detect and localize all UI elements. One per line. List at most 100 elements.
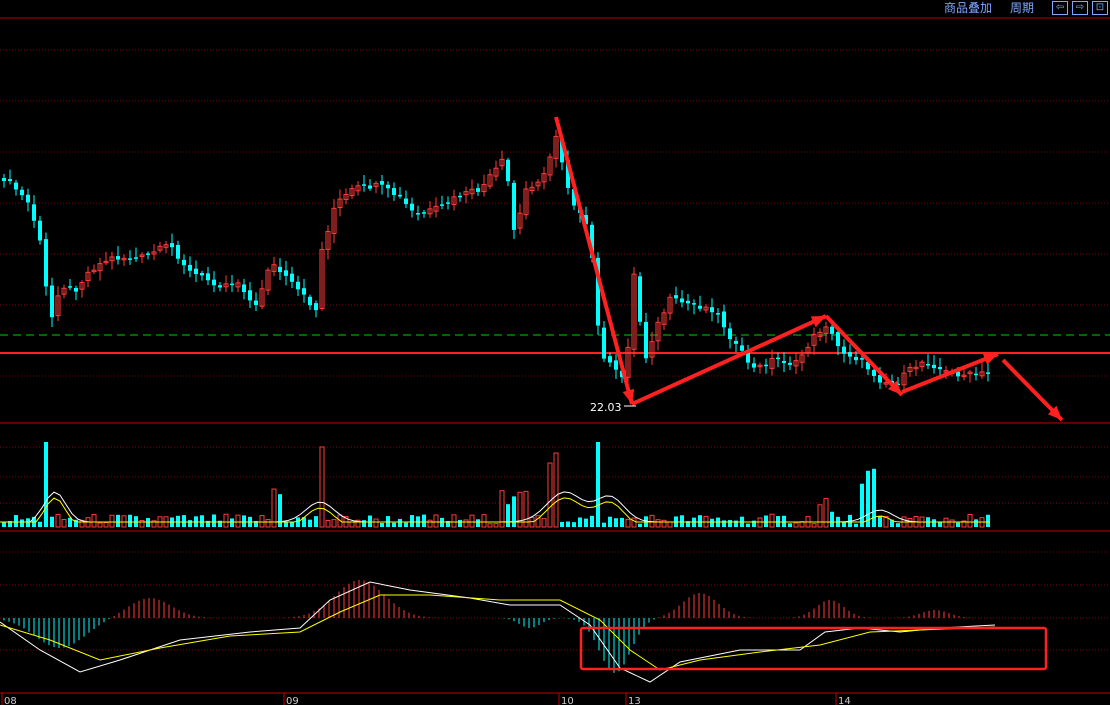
volume-bar — [584, 518, 588, 527]
volume-bar — [146, 518, 150, 527]
volume-bar — [866, 470, 870, 527]
candle-down — [752, 363, 756, 368]
candle-down — [8, 179, 12, 182]
volume-bar — [362, 520, 366, 527]
candle-down — [782, 361, 786, 364]
volume-bar — [907, 517, 913, 528]
volume-bar — [103, 522, 109, 528]
candle-down — [734, 340, 738, 344]
candle-down — [254, 300, 258, 306]
candle-down — [446, 202, 450, 204]
volume-bar — [506, 504, 510, 527]
candle-down — [50, 285, 54, 318]
volume-bar — [422, 514, 426, 527]
candle-down — [128, 258, 132, 260]
volume-bar — [230, 518, 234, 527]
volume-bar — [463, 519, 469, 528]
volume-bar — [458, 519, 462, 527]
candle-down — [788, 362, 792, 365]
volume-bar — [14, 515, 18, 527]
period-button[interactable]: 周期 — [1010, 0, 1034, 16]
volume-bar — [986, 514, 990, 527]
volume-bar — [596, 442, 600, 527]
candle-down — [974, 373, 978, 376]
low-price-label: 22.03 — [590, 401, 622, 414]
candle-down — [710, 307, 714, 313]
candle-down — [392, 188, 396, 195]
candle-down — [860, 358, 864, 360]
candle-down — [194, 268, 198, 275]
candle-down — [38, 220, 42, 241]
volume-bar — [769, 513, 775, 528]
volume-bar — [572, 522, 576, 527]
volume-bar — [710, 518, 714, 527]
volume-bar — [308, 519, 312, 527]
volume-bar — [380, 522, 384, 527]
volume-bar — [620, 517, 624, 527]
volume-bar — [200, 515, 204, 527]
candle-down — [44, 239, 48, 287]
candle-down — [284, 270, 288, 276]
volume-bar — [259, 515, 265, 528]
volume-bar — [331, 519, 337, 528]
date-label: 09 — [286, 696, 299, 705]
candle-down — [308, 296, 312, 306]
macd-series — [0, 580, 1048, 683]
candle-down — [368, 185, 372, 189]
volume-bar — [476, 519, 480, 527]
candle-down — [716, 313, 720, 315]
volume-bar — [614, 518, 618, 527]
candle-down — [314, 303, 318, 311]
volume-bar — [943, 517, 949, 528]
volume-bar — [854, 523, 858, 527]
candle-down — [200, 272, 204, 276]
volume-bar — [116, 514, 120, 527]
volume-bar — [427, 519, 433, 528]
macd-dif-line — [0, 581, 996, 683]
stock-chart[interactable]: 22.03 08 09 10 13 14 — [0, 0, 1110, 705]
candle-down — [644, 321, 648, 359]
volume-bar — [830, 511, 834, 527]
volume-bar — [212, 514, 216, 527]
candle-down — [422, 212, 426, 214]
volume-bar — [631, 517, 637, 528]
candle-down — [14, 182, 18, 190]
candle-down — [248, 290, 252, 301]
volume-bar — [128, 514, 132, 527]
volume-bar — [661, 519, 667, 528]
expand-icon[interactable]: ⊡ — [1092, 1, 1108, 15]
volume-bar — [608, 516, 612, 527]
trend-arrow-head — [982, 353, 998, 365]
trend-arrow — [824, 314, 904, 397]
volume-bar — [373, 518, 379, 528]
candle-down — [188, 264, 192, 271]
volume-bar — [625, 518, 631, 528]
forward-arrow-icon[interactable]: ⇨ — [1072, 1, 1088, 15]
annotation-arrows — [554, 116, 1064, 422]
volume-bar — [296, 517, 300, 527]
volume-bar — [590, 515, 594, 527]
volume-bar — [974, 519, 978, 527]
macd-highlight-box — [579, 626, 1048, 671]
date-label: 08 — [4, 696, 17, 705]
volume-bar — [325, 519, 331, 528]
volume-bar — [896, 523, 900, 527]
back-arrow-icon[interactable]: ⇦ — [1052, 1, 1068, 15]
volume-bar — [451, 514, 457, 528]
volume-bar — [878, 515, 882, 527]
candle-down — [932, 364, 936, 369]
volume-bar — [722, 520, 726, 527]
candle-down — [692, 303, 696, 305]
candle-down — [722, 311, 726, 328]
volume-bar — [223, 513, 229, 528]
candle-down — [386, 184, 390, 189]
overlay-button[interactable]: 商品叠加 — [944, 0, 992, 16]
candle-down — [614, 360, 618, 370]
chart-toolbar: 商品叠加 周期 ⇦ ⇨ ⊡ — [944, 0, 1110, 16]
candle-down — [32, 204, 36, 221]
candle-down — [302, 288, 306, 295]
volume-bar — [271, 488, 277, 528]
volume-bar — [746, 523, 750, 527]
volume-bar — [469, 514, 475, 528]
candle-down — [116, 256, 120, 260]
